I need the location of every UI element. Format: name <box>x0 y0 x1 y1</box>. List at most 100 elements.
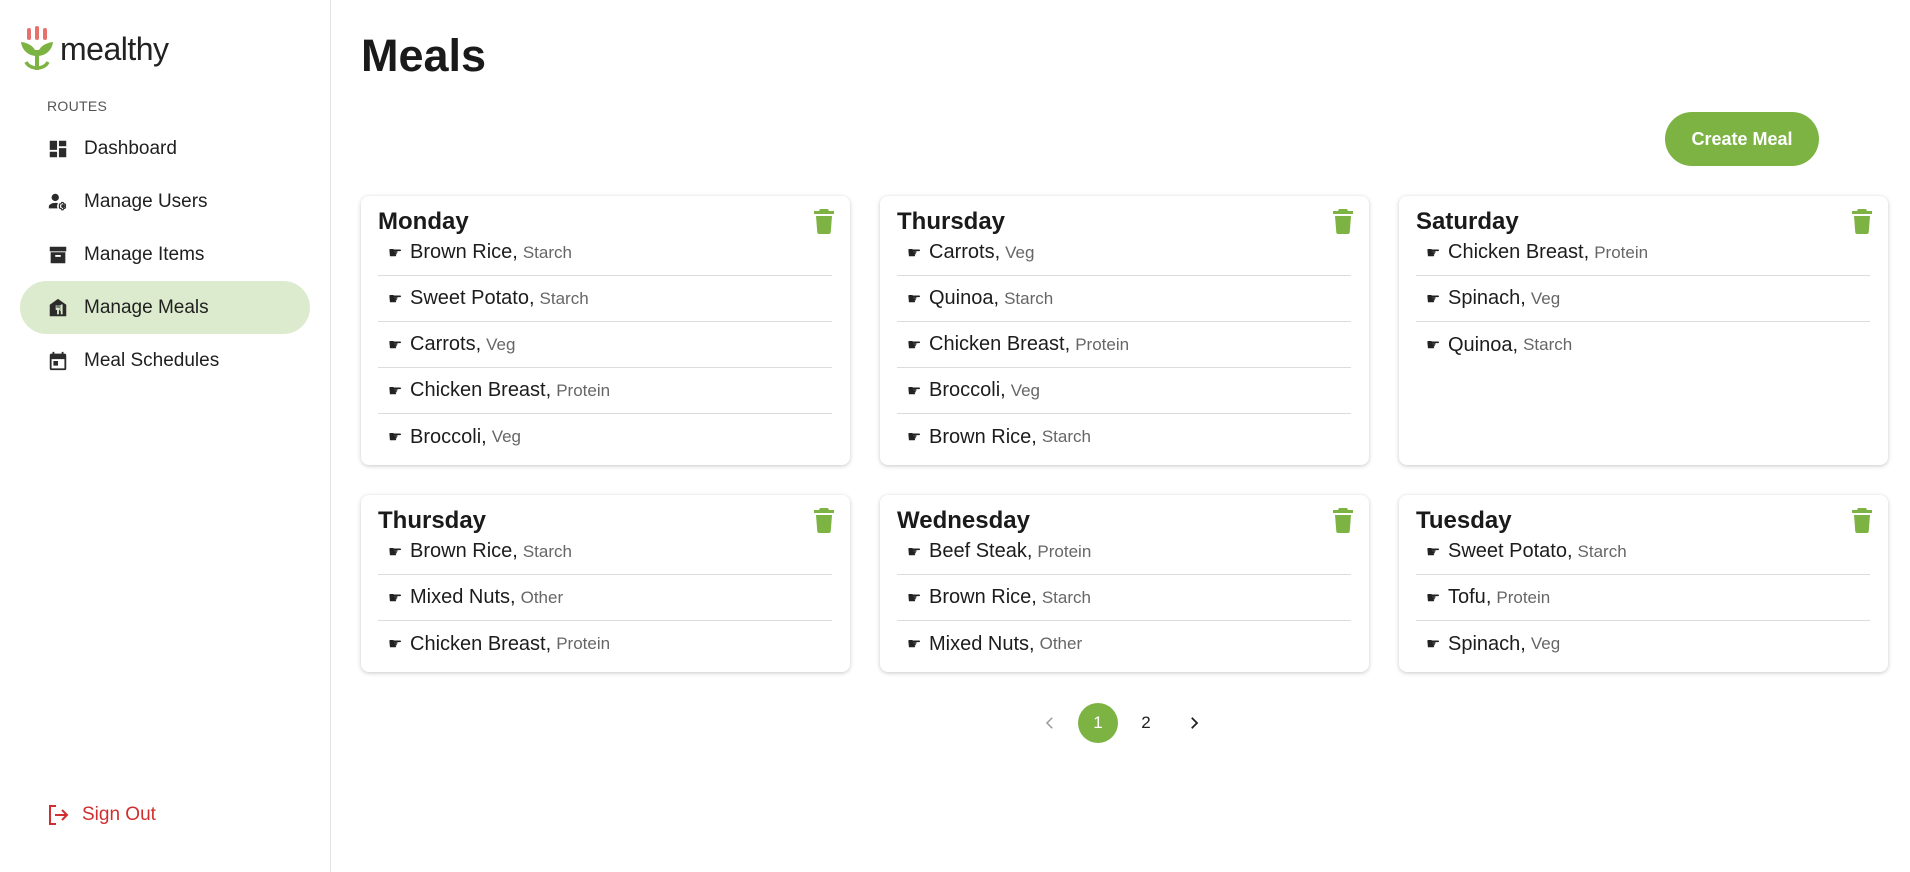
meal-item-category: Veg <box>1010 380 1041 400</box>
page-title: Meals <box>361 30 487 81</box>
meal-item: ☛ Chicken Breast, Protein <box>897 322 1351 368</box>
meal-item-category: Veg <box>491 427 522 446</box>
pointing-hand-icon: ☛ <box>1426 543 1441 561</box>
pointing-hand-icon: ☛ <box>388 290 403 308</box>
delete-meal-button[interactable] <box>1850 208 1874 235</box>
meal-item-name: Mixed Nuts <box>929 632 1030 655</box>
separator: , <box>1583 241 1590 263</box>
separator: , <box>1512 333 1519 356</box>
meal-item-name: Brown Rice <box>929 425 1032 448</box>
meal-card: Tuesday ☛ Sweet Potato, Starch ☛ Tofu, Protein… <box>1399 495 1888 672</box>
pointing-hand-icon: ☛ <box>1426 337 1441 354</box>
meal-item-name: Spinach <box>1448 632 1521 655</box>
chevron-right-icon <box>1191 717 1199 729</box>
pointing-hand-icon: ☛ <box>907 589 922 607</box>
meal-items-list: ☛ Sweet Potato, Starch ☛ Tofu, Protein ☛ Spinac… <box>1416 529 1871 667</box>
meal-item-category: Other <box>1039 634 1083 653</box>
page-button-2[interactable]: 2 <box>1126 703 1166 743</box>
manage-accounts-icon <box>46 190 70 214</box>
pointing-hand-icon: ☛ <box>1426 244 1441 262</box>
pointing-hand-icon: ☛ <box>907 543 922 561</box>
separator: , <box>1000 379 1006 401</box>
delete-meal-button[interactable] <box>1850 507 1874 534</box>
sidebar-item-manage-users[interactable]: Manage Users <box>20 175 310 228</box>
meal-item-name: Chicken Breast <box>929 333 1065 355</box>
logo-icon <box>21 26 53 70</box>
create-meal-button[interactable]: Create Meal <box>1665 112 1819 166</box>
pointing-hand-icon: ☛ <box>388 589 403 607</box>
meal-item-name: Brown Rice <box>410 540 513 562</box>
meal-item-category: Protein <box>556 634 611 653</box>
brand-logo[interactable]: mealthy <box>18 26 169 72</box>
meal-item: ☛ Broccoli, Veg <box>378 414 832 460</box>
separator: , <box>510 586 516 608</box>
food-bank-icon <box>46 296 70 320</box>
meal-card: Thursday ☛ Brown Rice, Starch ☛ Mixed Nuts, Ot… <box>361 495 850 672</box>
pointing-hand-icon: ☛ <box>388 543 403 561</box>
meal-item-name: Mixed Nuts <box>410 586 511 608</box>
sidebar-item-label: Dashboard <box>84 137 177 159</box>
meal-item: ☛ Quinoa, Starch <box>897 276 1351 322</box>
brand-name: mealthy <box>60 30 169 67</box>
separator: , <box>475 333 482 355</box>
meal-item-category: Starch <box>1004 288 1054 308</box>
separator: , <box>545 632 552 655</box>
pointing-hand-icon: ☛ <box>907 290 922 308</box>
trash-icon <box>1333 508 1353 534</box>
meal-card: Monday ☛ Brown Rice, Starch ☛ Sweet Potato, St… <box>361 196 850 465</box>
sidebar-item-label: Manage Users <box>84 190 208 212</box>
trash-icon <box>1333 209 1353 235</box>
pointing-hand-icon: ☛ <box>1426 589 1441 607</box>
meal-item-name: Quinoa <box>929 287 994 309</box>
delete-meal-button[interactable] <box>1331 208 1355 235</box>
sidebar-item-dashboard[interactable]: Dashboard <box>20 122 310 175</box>
pointing-hand-icon: ☛ <box>388 382 403 400</box>
meal-item: ☛ Sweet Potato, Starch <box>378 276 832 322</box>
meal-item: ☛ Spinach, Veg <box>1416 276 1870 322</box>
sign-out-label: Sign Out <box>82 804 156 825</box>
meal-item-name: Sweet Potato <box>1448 540 1567 562</box>
pointing-hand-icon: ☛ <box>388 636 403 653</box>
trash-icon <box>1852 209 1872 235</box>
previous-page-button[interactable] <box>1030 703 1070 743</box>
meal-item-name: Brown Rice <box>410 241 513 263</box>
page-button-1[interactable]: 1 <box>1078 703 1118 743</box>
delete-meal-button[interactable] <box>812 507 836 534</box>
meal-item-name: Chicken Breast <box>1448 241 1584 263</box>
meal-item-name: Broccoli <box>410 425 482 448</box>
routes-section-label: ROUTES <box>47 98 108 114</box>
sign-out-button[interactable]: Sign Out <box>46 803 156 827</box>
meal-item-name: Beef Steak <box>929 540 1027 562</box>
separator: , <box>1064 333 1071 355</box>
meal-item-category: Starch <box>1577 541 1627 561</box>
delete-meal-button[interactable] <box>812 208 836 235</box>
separator: , <box>1029 632 1035 655</box>
sidebar-item-meal-schedules[interactable]: Meal Schedules <box>20 334 310 387</box>
meal-item: ☛ Brown Rice, Starch <box>897 414 1351 460</box>
sidebar-item-label: Meal Schedules <box>84 349 220 371</box>
meal-card: Wednesday ☛ Beef Steak, Protein ☛ Brown Rice,… <box>880 495 1369 672</box>
delete-meal-button[interactable] <box>1331 507 1355 534</box>
separator: , <box>1485 586 1492 608</box>
separator: , <box>1566 540 1573 562</box>
separator: , <box>1520 287 1526 309</box>
calendar-icon <box>46 349 70 373</box>
archive-box-icon <box>46 243 70 267</box>
meal-items-list: ☛ Beef Steak, Protein ☛ Brown Rice, Starch ☛ Mi… <box>897 529 1352 667</box>
sidebar-item-manage-meals[interactable]: Manage Meals <box>20 281 310 334</box>
separator: , <box>528 287 535 309</box>
pointing-hand-icon: ☛ <box>907 382 922 400</box>
meal-item-category: Protein <box>1496 587 1551 607</box>
meal-item-name: Carrots <box>410 333 476 355</box>
separator: , <box>1031 425 1037 448</box>
sidebar-item-manage-items[interactable]: Manage Items <box>20 228 310 281</box>
separator: , <box>1026 540 1033 562</box>
pointing-hand-icon: ☛ <box>1426 636 1441 653</box>
meal-item-category: Veg <box>1005 242 1035 262</box>
meal-item: ☛ Brown Rice, Starch <box>897 575 1351 621</box>
meal-item-category: Veg <box>486 334 516 354</box>
pointing-hand-icon: ☛ <box>907 636 922 653</box>
meal-item: ☛ Chicken Breast, Protein <box>378 621 832 667</box>
next-page-button[interactable] <box>1174 703 1214 743</box>
meal-item-name: Chicken Breast <box>410 379 546 401</box>
